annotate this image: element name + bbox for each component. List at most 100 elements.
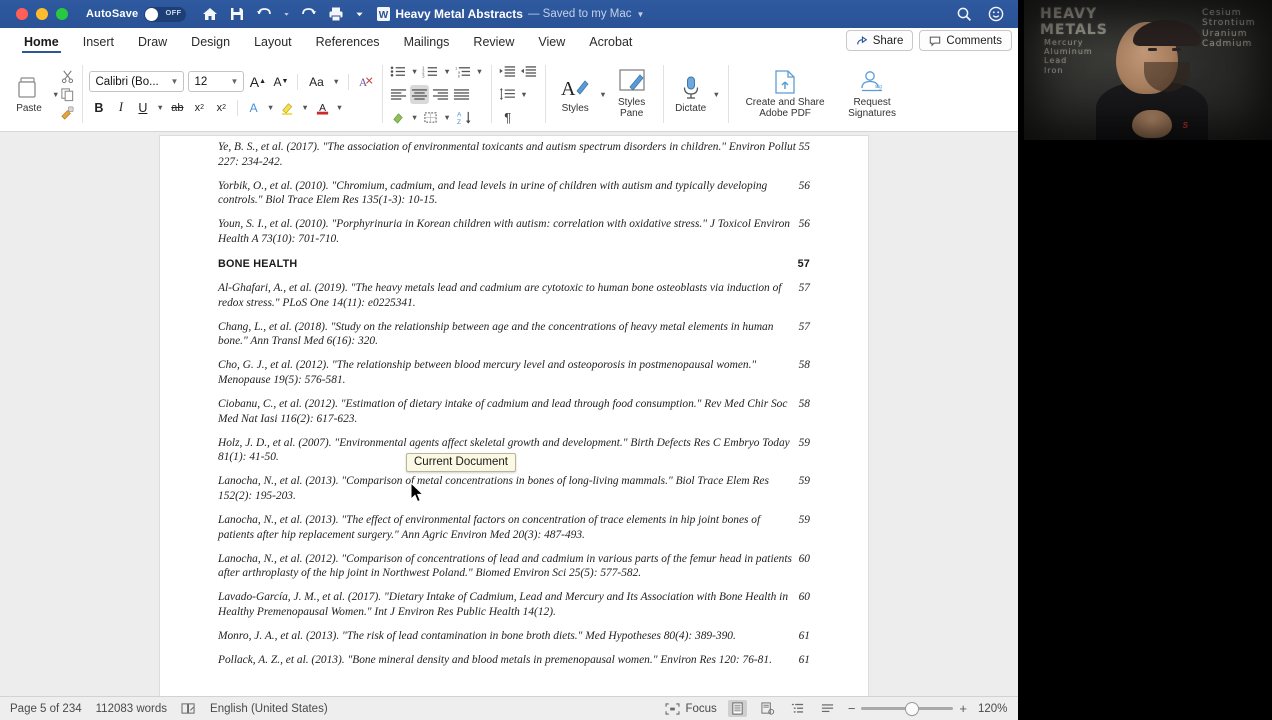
tab-review[interactable]: Review — [461, 33, 526, 53]
status-bar-right[interactable]: Focus − + 120% — [665, 700, 1012, 717]
minimize-window-button[interactable] — [36, 8, 48, 20]
italic-button[interactable]: I — [111, 98, 130, 117]
copy-icon[interactable] — [60, 87, 75, 102]
bibliography-entry[interactable]: 56 Youn, S. I., et al. (2010). "Porphyrin… — [218, 217, 810, 247]
bullet-list-icon[interactable] — [389, 62, 408, 81]
zoom-slider-thumb[interactable] — [906, 702, 918, 715]
language-indicator[interactable]: English (United States) — [210, 703, 328, 715]
bibliography-entry[interactable]: 58 Ciobanu, C., et al. (2012). "Estimatio… — [218, 397, 810, 427]
zoom-slider-track[interactable] — [861, 702, 954, 715]
line-spacing-row[interactable]: ▼ — [498, 85, 538, 104]
tab-home[interactable]: Home — [12, 33, 71, 53]
zoom-out-button[interactable]: − — [848, 701, 856, 716]
document-title-group[interactable]: W Heavy Metal Abstracts — Saved to my Ma… — [377, 7, 644, 21]
word-count[interactable]: 112083 words — [96, 703, 167, 715]
font-size-select[interactable]: 12 ▼ — [188, 71, 245, 92]
clipboard-mini-buttons[interactable] — [60, 69, 75, 120]
print-icon[interactable] — [328, 6, 344, 22]
undo-dropdown-icon[interactable] — [283, 6, 290, 22]
dictate-chevron-down-icon[interactable]: ▼ — [712, 90, 721, 99]
account-smiley-icon[interactable] — [988, 6, 1004, 22]
align-left-icon[interactable] — [389, 85, 408, 104]
highlighter-icon[interactable] — [278, 98, 297, 117]
bibliography-entry[interactable]: 60 Lavado-García, J. M., et al. (2017). "… — [218, 590, 810, 620]
superscript-button[interactable]: x2 — [212, 98, 231, 117]
document-page[interactable]: 55 Ye, B. S., et al. (2017). "The associa… — [160, 136, 868, 696]
numbered-list-icon[interactable]: 123 — [421, 62, 440, 81]
underline-button[interactable]: U — [133, 98, 152, 117]
focus-button[interactable]: Focus — [665, 703, 717, 715]
share-button[interactable]: Share — [845, 30, 914, 51]
bibliography-entry[interactable]: 55 Ye, B. S., et al. (2017). "The associa… — [218, 140, 810, 170]
font-color-chevron-down-icon[interactable]: ▼ — [335, 103, 344, 112]
font-family-select[interactable]: Calibri (Bo... ▼ — [89, 71, 185, 92]
paste-chevron-down-icon[interactable]: ▼ — [51, 90, 60, 99]
ribbon-right-actions[interactable]: Share Comments — [845, 30, 1022, 53]
document-name[interactable]: Heavy Metal Abstracts — [395, 7, 523, 21]
styles-button[interactable]: A Styles — [552, 75, 598, 114]
proofing-icon[interactable] — [181, 702, 196, 715]
font-controls-row[interactable]: Calibri (Bo... ▼ 12 ▼ A ▲ A ▼ Aa ▼ A — [89, 71, 374, 92]
zoom-slider[interactable]: − + — [848, 701, 967, 716]
outline-icon[interactable] — [788, 700, 807, 717]
quick-access-toolbar[interactable] — [202, 6, 363, 22]
shading-icon[interactable] — [389, 108, 408, 127]
customize-toolbar-icon[interactable] — [355, 6, 363, 22]
line-spacing-icon[interactable] — [498, 85, 517, 104]
increase-indent-icon[interactable] — [519, 62, 538, 81]
tab-design[interactable]: Design — [179, 33, 242, 53]
create-and-share-adobe-pdf-button[interactable]: Create and Share Adobe PDF — [735, 69, 835, 119]
change-case-button[interactable]: Aa — [305, 72, 327, 91]
multilevel-chevron-down-icon[interactable]: ▼ — [475, 67, 484, 76]
zoom-level-label[interactable]: 120% — [978, 703, 1012, 715]
autosave-toggle[interactable]: OFF — [144, 6, 187, 22]
ribbon-tab-bar[interactable]: Home Insert Draw Design Layout Reference… — [0, 28, 1022, 54]
section-heading[interactable]: 57 BONE HEALTH — [218, 258, 810, 270]
titlebar-right-actions[interactable] — [956, 6, 1014, 22]
styles-pane-button[interactable]: Styles Pane — [608, 69, 656, 119]
tab-references[interactable]: References — [304, 33, 392, 53]
search-icon[interactable] — [956, 6, 972, 22]
tab-layout[interactable]: Layout — [242, 33, 304, 53]
comments-button[interactable]: Comments — [919, 30, 1012, 51]
align-right-icon[interactable] — [431, 85, 450, 104]
highlight-chevron-down-icon[interactable]: ▼ — [300, 103, 309, 112]
tab-mailings[interactable]: Mailings — [392, 33, 462, 53]
paste-button[interactable]: Paste — [7, 75, 51, 114]
maximize-window-button[interactable] — [56, 8, 68, 20]
multilevel-list-icon[interactable]: 1ab — [454, 62, 473, 81]
shrink-font-button[interactable]: A ▼ — [271, 72, 290, 91]
zoom-in-button[interactable]: + — [959, 701, 967, 716]
list-buttons-row[interactable]: ▼ 123 ▼ 1ab ▼ — [389, 62, 484, 81]
indent-row[interactable] — [498, 62, 538, 81]
webcam-video-overlay[interactable]: HEAVY METALS Mercury Aluminum Lead Iron … — [1022, 0, 1272, 140]
shading-chevron-down-icon[interactable]: ▼ — [410, 113, 419, 122]
close-window-button[interactable] — [16, 8, 28, 20]
document-canvas[interactable]: 55 Ye, B. S., et al. (2017). "The associa… — [0, 132, 1022, 696]
decrease-indent-icon[interactable] — [498, 62, 517, 81]
draft-icon[interactable] — [818, 700, 837, 717]
bibliography-entry[interactable]: 60 Lanocha, N., et al. (2012). "Compariso… — [218, 552, 810, 582]
font-color-icon[interactable]: A — [313, 98, 332, 117]
line-spacing-chevron-down-icon[interactable]: ▼ — [519, 90, 528, 99]
format-painter-icon[interactable] — [60, 105, 75, 120]
page-indicator[interactable]: Page 5 of 234 — [10, 703, 82, 715]
bibliography-entry[interactable]: 59 Lanocha, N., et al. (2013). "Compariso… — [218, 474, 810, 504]
font-format-row[interactable]: B I U ▼ ab x2 x2 A ▼ ▼ A ▼ — [89, 98, 374, 117]
bibliography-entry[interactable]: 61 Pollack, A. Z., et al. (2013). "Bone m… — [218, 653, 810, 668]
web-layout-icon[interactable] — [758, 700, 777, 717]
scissors-icon[interactable] — [60, 69, 75, 84]
document-title-chevron-down-icon[interactable]: ▼ — [637, 10, 645, 19]
show-marks-row[interactable]: ¶ — [498, 108, 538, 127]
tab-insert[interactable]: Insert — [71, 33, 126, 53]
tab-acrobat[interactable]: Acrobat — [577, 33, 644, 53]
dictate-button[interactable]: Dictate — [670, 75, 712, 114]
strikethrough-button[interactable]: ab — [168, 98, 187, 117]
bibliography-entry[interactable]: 57 Chang, L., et al. (2018). "Study on th… — [218, 320, 810, 350]
bibliography-entry[interactable]: 59 Lanocha, N., et al. (2013). "The effec… — [218, 513, 810, 543]
clear-formatting-icon[interactable]: A — [356, 72, 375, 91]
show-paragraph-marks-button[interactable]: ¶ — [498, 108, 517, 127]
save-icon[interactable] — [229, 6, 245, 22]
borders-chevron-down-icon[interactable]: ▼ — [442, 113, 451, 122]
sort-icon[interactable]: AZ — [454, 108, 476, 127]
